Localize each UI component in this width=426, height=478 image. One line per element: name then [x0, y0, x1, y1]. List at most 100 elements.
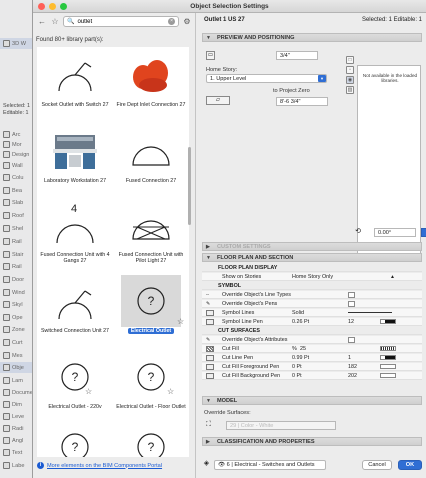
pen-swatch[interactable]: [380, 319, 396, 324]
library-search-input[interactable]: [77, 18, 166, 25]
symbol-lines-value[interactable]: Solid: [292, 309, 304, 317]
library-part-item[interactable]: Switched Connection Unit 27: [37, 273, 113, 347]
favorites-star-icon[interactable]: ☆: [50, 17, 60, 27]
fill-swatch[interactable]: [380, 346, 396, 351]
dialog-footer: ◈ 👁 6 | Electrical - Switches and Outlet…: [196, 454, 426, 478]
library-part-thumbnail[interactable]: [51, 51, 99, 99]
table-row[interactable]: ╌ Override Object's Line Types: [202, 291, 422, 299]
tool-icon: [3, 251, 10, 258]
close-window-button[interactable]: [38, 3, 45, 10]
surface-dropdown[interactable]: 29 | Color - White: [226, 421, 336, 430]
library-part-item[interactable]: ? Electrical Outlet ☆: [113, 273, 189, 347]
library-part-thumbnail[interactable]: [51, 277, 99, 325]
library-part-thumbnail[interactable]: [127, 51, 175, 99]
section-preview-label: PREVIEW AND POSITIONING: [217, 35, 295, 41]
section-floor-plan[interactable]: ▼ FLOOR PLAN AND SECTION: [202, 253, 422, 262]
background-sidebar-label: Rail: [12, 238, 22, 245]
library-part-item[interactable]: Socket Outlet with Switch 27: [37, 47, 113, 121]
cut-fill-bg-label: Cut Fill Background Pen: [222, 373, 281, 379]
library-scrollbar[interactable]: [187, 47, 192, 457]
symbol-line-pen-number[interactable]: 12: [348, 318, 354, 326]
elevation-field[interactable]: 3/4": [276, 51, 318, 60]
section-model[interactable]: ▼ MODEL: [202, 396, 422, 405]
clear-search-icon[interactable]: ×: [168, 18, 175, 25]
rotation-field[interactable]: 0.00°: [374, 228, 416, 237]
library-part-item[interactable]: Laboratory Workstation 27: [37, 123, 113, 197]
library-part-item[interactable]: ?: [37, 419, 113, 457]
bim-portal-link-text[interactable]: More elements on the BIM Components Port…: [47, 463, 162, 469]
background-sidebar-item: Lam: [0, 375, 34, 386]
tool-icon: [3, 162, 10, 169]
mirror-checkbox[interactable]: [421, 228, 426, 237]
library-part-thumbnail[interactable]: [51, 127, 99, 175]
section-preview-positioning[interactable]: ▼ PREVIEW AND POSITIONING: [202, 33, 422, 42]
rotation-icon: ⟲: [355, 228, 361, 235]
tool-icon: [3, 389, 10, 396]
table-row[interactable]: Symbol Lines Solid: [202, 309, 422, 317]
background-sidebar-item: Bea: [0, 185, 34, 196]
library-part-item[interactable]: 4 Fused Connection Unit with 4 Gangs 27: [37, 197, 113, 271]
minimize-window-button[interactable]: [49, 3, 56, 10]
library-part-item[interactable]: Fused Connection 27: [113, 123, 189, 197]
library-part-item[interactable]: Fused Connection Unit with Pilot Light 2…: [113, 197, 189, 271]
library-part-thumbnail[interactable]: [127, 201, 175, 249]
library-part-thumbnail[interactable]: ?: [121, 275, 181, 327]
background-sidebar-label: Door: [12, 276, 25, 283]
gear-icon[interactable]: ⚙: [182, 17, 192, 27]
layers-icon: ◈: [203, 460, 210, 467]
preview-3d-icon[interactable]: ◉: [346, 76, 354, 84]
cancel-button[interactable]: Cancel: [362, 460, 392, 470]
scrollbar-thumb[interactable]: [188, 147, 191, 225]
library-part-item[interactable]: Fire Dept Inlet Connection 27: [113, 47, 189, 121]
pen-swatch[interactable]: [380, 355, 396, 360]
section-custom-settings[interactable]: ▶ CUSTOM SETTINGS: [202, 242, 422, 251]
cut-fill-value[interactable]: 25: [300, 345, 306, 353]
bim-portal-link[interactable]: i More elements on the BIM Components Po…: [37, 462, 162, 469]
ok-button[interactable]: OK: [398, 460, 422, 470]
table-row[interactable]: Cut Line Pen 0.99 Pt 1: [202, 354, 422, 362]
pen-swatch[interactable]: [380, 364, 396, 369]
table-row[interactable]: Cut Fill Foreground Pen 0 Pt 182: [202, 363, 422, 371]
preview-list-icon[interactable]: ▥: [346, 86, 354, 94]
cut-line-pen-number[interactable]: 1: [348, 354, 351, 362]
override-pens-checkbox[interactable]: [348, 301, 355, 307]
fire-inlet-3d: [133, 60, 168, 92]
library-part-caption: Electrical Outlet - Floor Outlet: [113, 404, 189, 410]
library-part-caption-text: Laboratory Workstation 27: [43, 178, 107, 184]
override-attributes-checkbox[interactable]: [348, 337, 355, 343]
cut-fill-bg-number[interactable]: 202: [348, 372, 357, 380]
library-part-item[interactable]: ?: [113, 419, 189, 457]
home-story-dropdown[interactable]: 1. Upper Level ▾: [206, 74, 327, 83]
preview-section-icon[interactable]: ▫: [346, 66, 354, 74]
table-row[interactable]: Symbol Line Pen 0.26 Pt 12: [202, 318, 422, 326]
table-row[interactable]: Cut Fill Background Pen 0 Pt 202: [202, 372, 422, 380]
library-search-box[interactable]: 🔍 ×: [63, 16, 179, 27]
svg-text:?: ?: [148, 370, 155, 384]
section-classification[interactable]: ▶ CLASSIFICATION AND PROPERTIES: [202, 437, 422, 446]
object-name: Outlet 1 US 27: [204, 17, 245, 23]
library-part-thumbnail[interactable]: ?: [127, 423, 175, 457]
project-zero-field[interactable]: 8'-6 3/4": [276, 97, 328, 106]
pen-swatch[interactable]: [380, 373, 396, 378]
favorite-star-icon[interactable]: ☆: [167, 387, 174, 396]
library-part-thumbnail[interactable]: [127, 127, 175, 175]
library-part-item[interactable]: ? Electrical Outlet - 220v ☆: [37, 349, 113, 423]
show-on-stories-value[interactable]: Home Story Only: [292, 273, 333, 281]
table-row[interactable]: Show on Stories Home Story Only ▲: [202, 273, 422, 281]
preview-2d-icon[interactable]: □: [346, 56, 354, 64]
zoom-window-button[interactable]: [60, 3, 67, 10]
table-row[interactable]: ✎ Override Object's Pens: [202, 300, 422, 308]
pen-color-icon: [206, 355, 214, 361]
override-line-types-label: Override Object's Line Types: [222, 292, 291, 298]
table-row[interactable]: ✎ Override Object's Attributes: [202, 336, 422, 344]
table-row[interactable]: Cut Fill % 25: [202, 345, 422, 353]
search-icon: 🔍: [67, 19, 75, 25]
back-arrow-icon[interactable]: ←: [37, 17, 47, 27]
library-part-thumbnail[interactable]: ?: [51, 423, 99, 457]
library-part-item[interactable]: ? Electrical Outlet - Floor Outlet ☆: [113, 349, 189, 423]
override-line-types-checkbox[interactable]: [348, 292, 355, 298]
cut-fill-fg-number[interactable]: 182: [348, 363, 357, 371]
favorite-star-icon[interactable]: ☆: [85, 387, 92, 396]
layer-dropdown[interactable]: 👁 6 | Electrical - Switches and Outlets: [214, 460, 326, 470]
favorite-star-icon[interactable]: ☆: [177, 317, 184, 326]
